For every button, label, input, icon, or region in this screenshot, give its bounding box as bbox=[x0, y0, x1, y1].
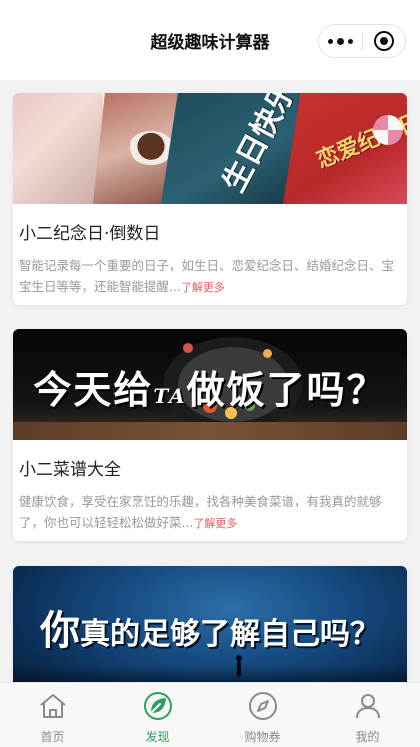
night-ground bbox=[13, 666, 407, 682]
baby-feet-photo bbox=[13, 93, 103, 204]
food-splash-image bbox=[263, 349, 272, 358]
banner-text-b: 做饭了吗？ bbox=[186, 368, 387, 412]
person-silhouette-icon bbox=[236, 655, 242, 677]
tab-coupons[interactable]: 购物券 bbox=[210, 683, 315, 747]
coffee-cup-icon bbox=[128, 131, 174, 165]
banner-recipes-text: 今天给TA做饭了吗？ bbox=[13, 359, 407, 414]
tab-bar: 首页 发现 购物券 我的 bbox=[0, 682, 420, 747]
banner-recipes: 今天给TA做饭了吗？ bbox=[13, 329, 407, 440]
tab-discover[interactable]: 发现 bbox=[105, 683, 210, 747]
banner-text-a: 今天给 bbox=[33, 368, 154, 412]
tab-home[interactable]: 首页 bbox=[0, 683, 105, 747]
food-splash-image bbox=[183, 343, 193, 353]
card-description: 智能记录每一个重要的日子，如生日、恋爱纪念日、结婚纪念日、宝宝生日等等，还能智能… bbox=[19, 255, 397, 298]
banner-self-test-text: 你真的足够了解自己吗？ bbox=[13, 598, 407, 656]
card-title: 小二纪念日·倒数日 bbox=[19, 224, 161, 244]
more-dots-icon bbox=[327, 37, 353, 45]
close-button[interactable] bbox=[363, 25, 406, 57]
card-description: 健康饮食，享受在家烹饪的乐趣，找各种美食菜谱，有我真的就够了，你也可以轻轻松松做… bbox=[19, 491, 397, 534]
card-title: 小二菜谱大全 bbox=[19, 460, 121, 480]
tab-label: 首页 bbox=[40, 730, 65, 744]
banner-text-big: 你 bbox=[40, 608, 80, 654]
leaf-discover-icon bbox=[143, 692, 172, 720]
home-icon bbox=[39, 694, 66, 718]
more-button[interactable] bbox=[319, 25, 362, 57]
navigation-bar: 超级趣味计算器 bbox=[0, 0, 420, 80]
tab-label: 购物券 bbox=[244, 730, 281, 744]
card-self-test[interactable]: 你真的足够了解自己吗？ bbox=[13, 566, 407, 682]
learn-more-link[interactable]: 了解更多 bbox=[193, 517, 237, 530]
learn-more-link[interactable]: 了解更多 bbox=[181, 281, 225, 294]
tab-label: 发现 bbox=[145, 730, 170, 744]
card-anniversary[interactable]: 生日快乐 恋爱纪念日 小二纪念日·倒数日 智能记录每一个重要的日子，如生日、恋爱… bbox=[13, 93, 407, 305]
banner-anniversary: 生日快乐 恋爱纪念日 bbox=[13, 93, 407, 204]
tab-mine[interactable]: 我的 bbox=[315, 683, 420, 747]
banner-self-test: 你真的足够了解自己吗？ bbox=[13, 566, 407, 682]
banner-text-ta: TA bbox=[153, 384, 187, 408]
mini-program-capsule bbox=[318, 24, 406, 58]
card-recipes[interactable]: 今天给TA做饭了吗？ 小二菜谱大全 健康饮食，享受在家烹饪的乐趣，找各种美食菜谱… bbox=[13, 329, 407, 541]
target-circle-icon bbox=[373, 31, 394, 51]
tab-label: 我的 bbox=[355, 730, 380, 744]
user-icon bbox=[355, 694, 380, 719]
lollipop-icon bbox=[373, 115, 403, 145]
banner-text-rest: 真的足够了解自己吗？ bbox=[80, 617, 380, 652]
compass-icon bbox=[248, 692, 277, 720]
card-list[interactable]: 生日快乐 恋爱纪念日 小二纪念日·倒数日 智能记录每一个重要的日子，如生日、恋爱… bbox=[0, 80, 420, 682]
wood-board bbox=[13, 422, 407, 440]
